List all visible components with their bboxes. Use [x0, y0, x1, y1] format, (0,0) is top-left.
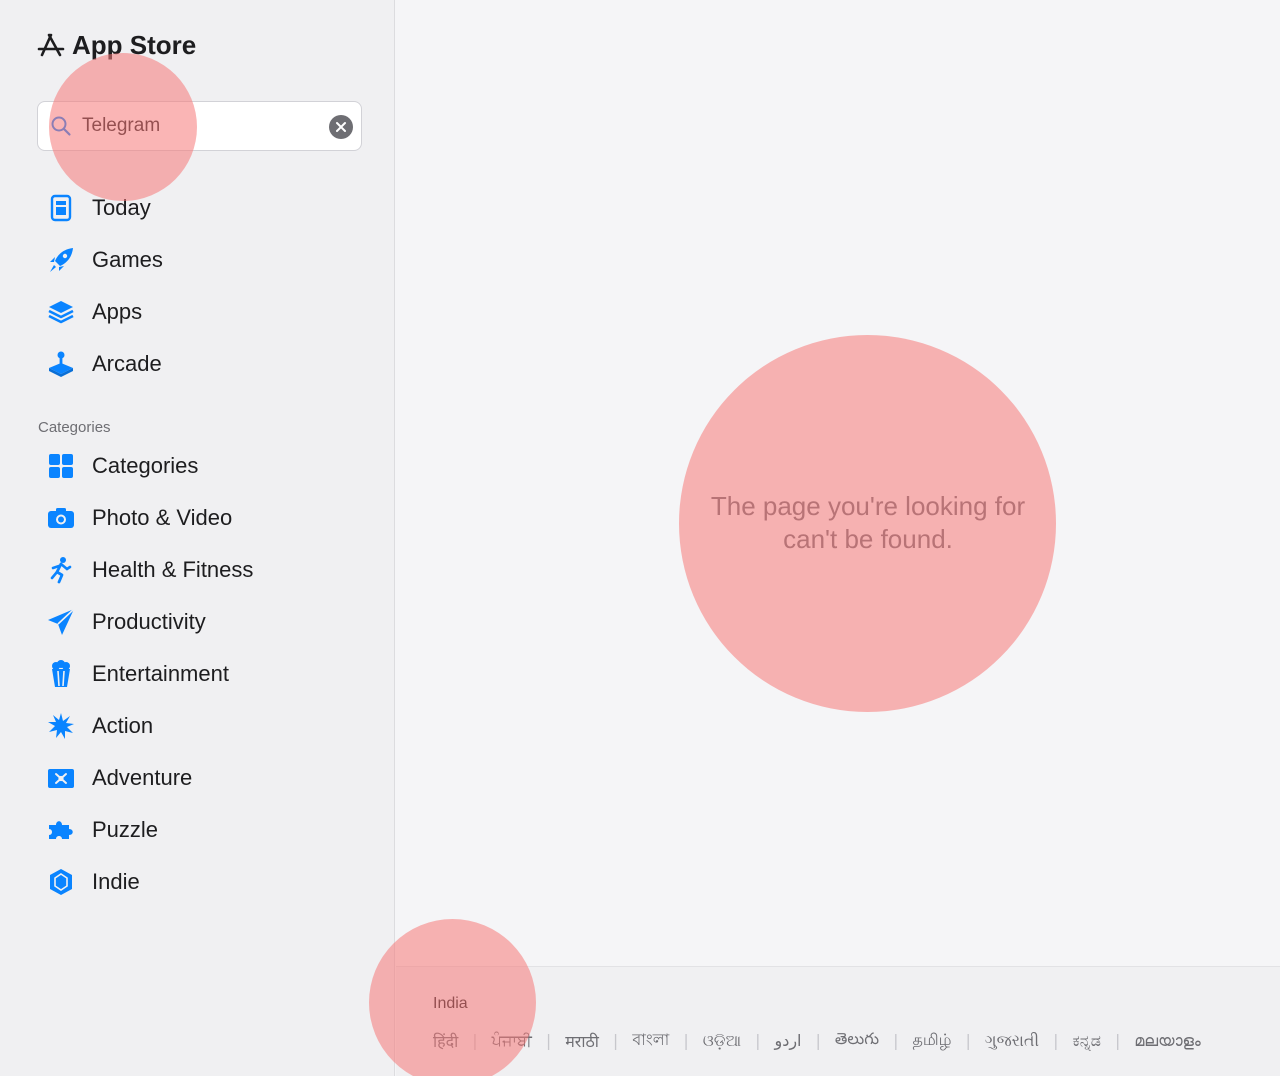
language-link[interactable]: தமிழ்	[912, 1030, 951, 1051]
sidebar-item-indie[interactable]: Indie	[0, 856, 395, 908]
sidebar-item-puzzle[interactable]: Puzzle	[0, 804, 395, 856]
country-selector[interactable]: India	[433, 995, 468, 1013]
language-link[interactable]: తెలుగు	[835, 1029, 879, 1052]
sidebar-item-action[interactable]: Action	[0, 700, 395, 752]
sidebar-item-photo-video[interactable]: Photo & Video	[0, 492, 395, 544]
puzzle-piece-icon	[49, 821, 73, 839]
separator: |	[1053, 1031, 1059, 1050]
sidebar-item-entertainment[interactable]: Entertainment	[0, 648, 395, 700]
sidebar-item-health-fitness[interactable]: Health & Fitness	[0, 544, 395, 596]
separator: |	[683, 1031, 689, 1050]
language-link[interactable]: ਪੰਜਾਬੀ	[492, 1031, 532, 1051]
sidebar-item-label: Photo & Video	[92, 505, 233, 530]
sidebar-item-label: Indie	[92, 869, 140, 894]
sidebar-item-label: Today	[92, 195, 151, 220]
primary-nav: Today Games Apps Arcade	[0, 182, 395, 390]
categories-nav: Categories Photo & Video Health & Fitnes…	[0, 440, 395, 908]
language-link[interactable]: ಕನ್ನಡ	[1073, 1031, 1101, 1051]
separator: |	[893, 1031, 899, 1050]
grid-icon	[49, 454, 73, 478]
separator: |	[815, 1031, 821, 1050]
sidebar-item-label: Productivity	[92, 609, 206, 634]
sidebar-item-label: Adventure	[92, 765, 193, 790]
popcorn-icon	[52, 660, 70, 687]
clear-search-button[interactable]	[329, 115, 353, 139]
language-list: हिंदी | ਪੰਜਾਬੀ | मराठी | বাংলা | ଓଡ଼ିଆ |…	[433, 1027, 1201, 1054]
sidebar-item-today[interactable]: Today	[0, 182, 395, 234]
hexagon-gem-icon	[50, 869, 72, 895]
sidebar: App Store Today	[0, 0, 395, 1076]
language-link[interactable]: اردو	[774, 1031, 801, 1050]
sidebar-item-adventure[interactable]: Adventure	[0, 752, 395, 804]
treasure-map-icon	[48, 769, 74, 788]
categories-section-title: Categories	[38, 419, 111, 436]
language-link[interactable]: മലയാളം	[1134, 1031, 1200, 1051]
footer: India हिंदी | ਪੰਜਾਬੀ | मराठी | বাংলা | ଓ…	[396, 966, 1280, 1076]
paper-plane-icon	[48, 608, 75, 635]
sidebar-item-label: Games	[92, 247, 163, 272]
separator: |	[545, 1031, 552, 1050]
close-icon	[336, 122, 346, 132]
app-store-title: App Store	[72, 30, 197, 60]
sidebar-item-apps[interactable]: Apps	[0, 286, 395, 338]
joystick-icon	[49, 351, 73, 377]
sidebar-item-label: Action	[92, 713, 154, 738]
burst-icon	[48, 713, 74, 739]
separator: |	[965, 1031, 971, 1050]
running-figure-icon	[50, 557, 72, 584]
sidebar-item-label: Categories	[92, 453, 199, 478]
sidebar-item-label: Puzzle	[92, 817, 159, 842]
sidebar-item-arcade[interactable]: Arcade	[0, 338, 395, 390]
language-link[interactable]: ଓଡ଼ିଆ	[703, 1031, 741, 1051]
sidebar-item-label: Arcade	[92, 351, 162, 376]
sidebar-item-productivity[interactable]: Productivity	[0, 596, 395, 648]
language-link[interactable]: বাংলা	[632, 1027, 669, 1054]
page-not-found-message: The page you're looking for can't be fou…	[710, 491, 1026, 554]
sidebar-item-label: Health & Fitness	[92, 557, 254, 582]
separator: |	[755, 1031, 761, 1050]
separator: |	[472, 1031, 478, 1050]
layers-icon	[48, 301, 74, 324]
rocket-icon	[50, 248, 73, 272]
search-input[interactable]	[82, 106, 312, 146]
separator: |	[612, 1031, 619, 1050]
sidebar-item-label: Entertainment	[92, 661, 229, 686]
today-icon	[50, 194, 72, 222]
language-link[interactable]: हिंदी	[433, 1030, 458, 1052]
app-store-brand[interactable]: App Store	[36, 30, 196, 61]
camera-icon	[48, 508, 74, 528]
sidebar-item-categories[interactable]: Categories	[0, 440, 395, 492]
sidebar-item-games[interactable]: Games	[0, 234, 395, 286]
app-store-logo-icon	[37, 33, 65, 56]
separator: |	[1114, 1031, 1121, 1050]
language-link[interactable]: मराठी	[565, 1030, 599, 1052]
language-link[interactable]: ગુજરાતી	[985, 1031, 1039, 1051]
sidebar-item-label: Apps	[92, 299, 143, 324]
search-box[interactable]	[37, 101, 362, 151]
search-icon	[51, 116, 71, 136]
